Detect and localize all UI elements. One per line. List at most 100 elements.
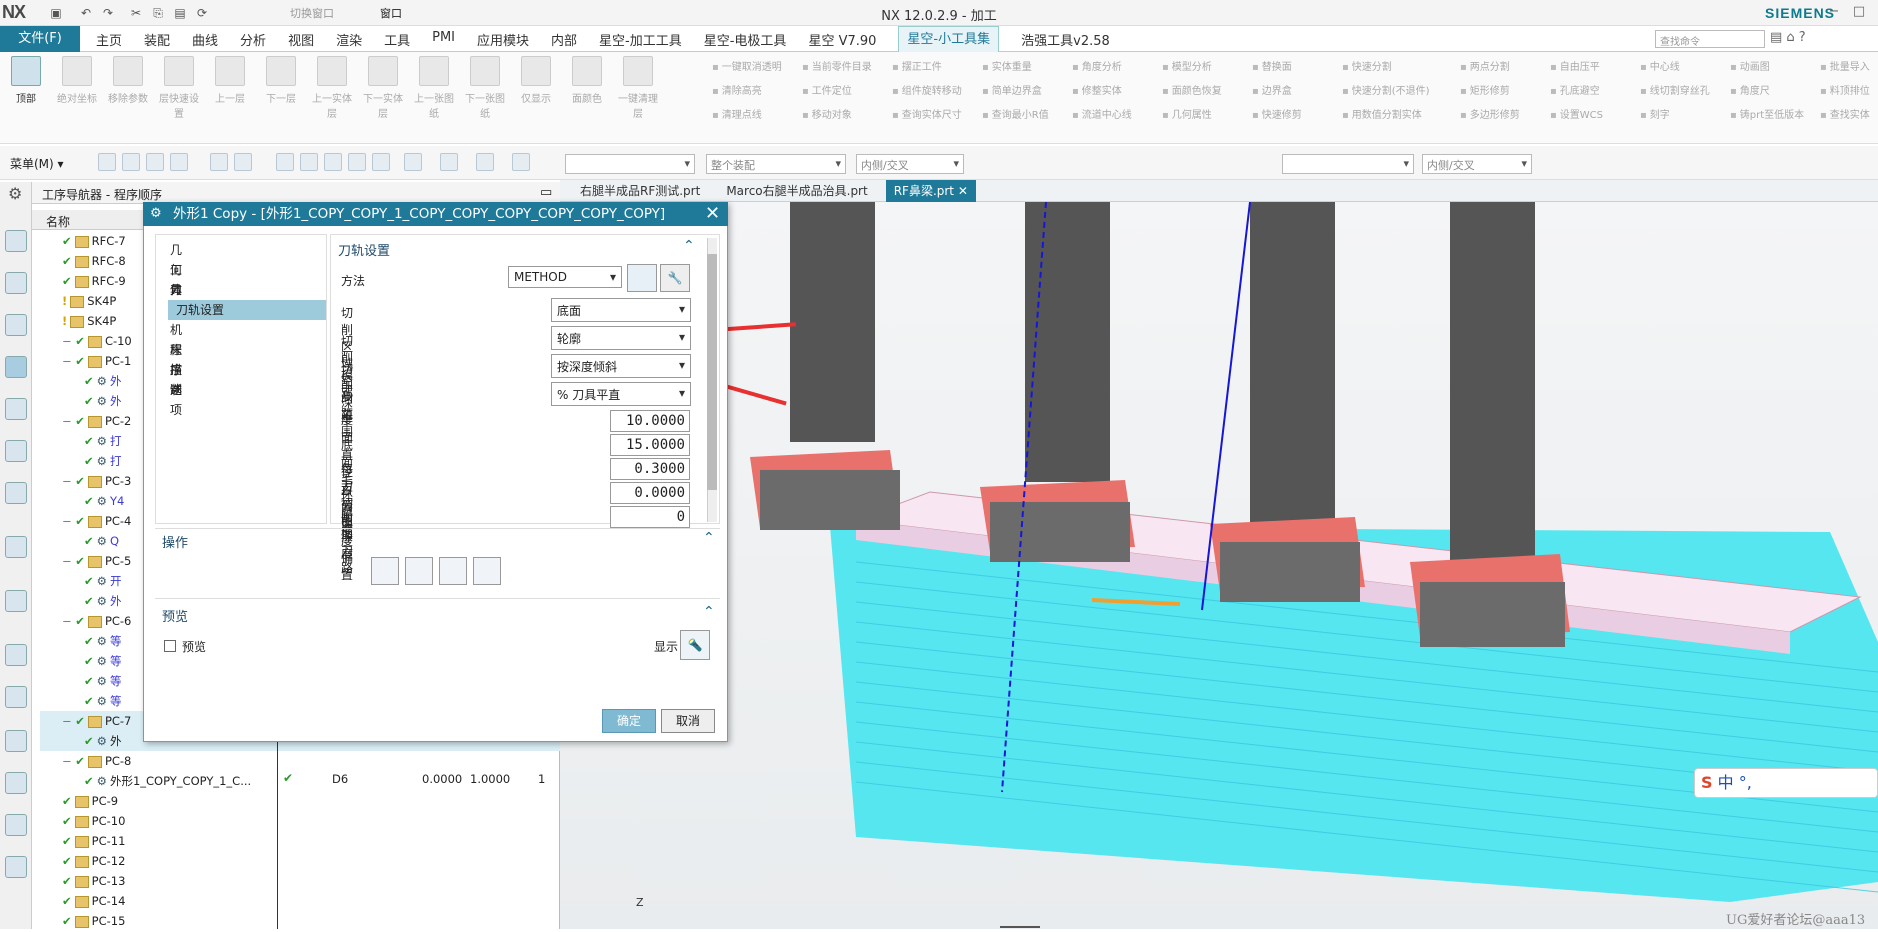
close-icon[interactable]: ✕ <box>705 202 720 226</box>
group-item-2[interactable]: 刀轴 <box>170 280 182 317</box>
group-item-0[interactable]: 几何体 <box>170 240 182 297</box>
ribbon-small-button[interactable]: 用数值分割实体 <box>1342 106 1450 121</box>
collapse-ops-icon[interactable]: ⌃ <box>703 530 715 546</box>
assembly-nav-icon[interactable] <box>5 230 27 252</box>
maximize-icon[interactable]: □ <box>1850 4 1868 19</box>
system-icon[interactable] <box>5 856 27 878</box>
ribbon-small-button[interactable]: 批量导入 <box>1820 58 1878 73</box>
ribbon-small-button[interactable]: 动画图 <box>1730 58 1810 73</box>
column-name[interactable]: 名称 <box>46 213 70 230</box>
filter-select[interactable] <box>1282 154 1414 174</box>
generate-icon[interactable] <box>371 557 399 585</box>
arrow-icon[interactable] <box>512 153 530 171</box>
preview-checkbox[interactable] <box>164 640 176 652</box>
navigator-row[interactable]: ✔ PC-11 <box>40 831 560 851</box>
navigator-menu-icon[interactable]: ▭ <box>540 185 552 200</box>
setting-select[interactable]: 轮廓 <box>551 326 691 350</box>
ribbon-small-button[interactable]: 查找实体 <box>1820 106 1878 121</box>
ribbon-small-button[interactable]: 实体重量 <box>982 58 1062 73</box>
gear-icon[interactable]: ⚙ <box>8 184 22 203</box>
collapse-preview-icon[interactable]: ⌃ <box>703 604 715 620</box>
numeric-input[interactable]: 0 <box>610 506 690 528</box>
ribbon-button-8[interactable]: 上一张图纸 <box>412 56 456 120</box>
setting-select[interactable]: 底面 <box>551 298 691 322</box>
menu-dropdown[interactable]: 菜单(M) ▾ <box>10 155 64 172</box>
ribbon-small-button[interactable]: 中心线 <box>1640 58 1720 73</box>
ribbon-small-button[interactable]: 矩形修剪 <box>1460 82 1540 97</box>
snap3-icon[interactable] <box>170 153 188 171</box>
group-item-1[interactable]: 工具 <box>170 260 182 297</box>
history-icon[interactable] <box>5 644 27 666</box>
ribbon-button-1[interactable]: 绝对坐标 <box>55 56 99 105</box>
ribbon-button-11[interactable]: 面颜色 <box>565 56 609 105</box>
layer-icon[interactable] <box>404 153 422 171</box>
ribbon-small-button[interactable]: 刻字 <box>1640 106 1720 121</box>
render-icon[interactable] <box>372 153 390 171</box>
expand-icon[interactable]: − <box>62 354 75 368</box>
ribbon-small-button[interactable]: 流道中心线 <box>1072 106 1152 121</box>
ribbon-button-2[interactable]: 移除参数 <box>106 56 150 105</box>
pan-icon[interactable] <box>348 153 366 171</box>
expand-icon[interactable]: − <box>62 554 75 568</box>
expand-icon[interactable]: − <box>62 514 75 528</box>
file-tab-1[interactable]: Marco右腿半成品治具.prt <box>718 180 875 202</box>
expand-icon[interactable]: − <box>62 334 75 348</box>
part-nav-icon[interactable] <box>5 314 27 336</box>
menu-item-13[interactable]: 星空-小工具集 <box>898 26 1000 52</box>
list-icon[interactable] <box>473 557 501 585</box>
ribbon-button-4[interactable]: 上一层 <box>208 56 252 105</box>
numeric-input[interactable]: 15.0000 <box>610 434 690 456</box>
ribbon-small-button[interactable]: 线切割穿丝孔 <box>1640 82 1720 97</box>
view2-icon[interactable] <box>300 153 318 171</box>
ribbon-small-button[interactable]: 设置WCS <box>1550 106 1630 121</box>
palette-icon[interactable] <box>5 686 27 708</box>
method-select[interactable]: METHOD <box>508 266 622 288</box>
ribbon-small-button[interactable]: 自由压平 <box>1550 58 1630 73</box>
ribbon-small-button[interactable]: 快速修剪 <box>1252 106 1332 121</box>
navigator-row[interactable]: ✔ PC-9 <box>40 791 560 811</box>
group-item-6[interactable]: 描述 <box>170 360 182 397</box>
ribbon-small-button[interactable]: 两点分割 <box>1460 58 1540 73</box>
type-filter-select[interactable] <box>565 154 695 174</box>
cancel-button[interactable]: 取消 <box>661 709 715 733</box>
dialog-gear-icon[interactable]: ⚙ <box>150 206 162 221</box>
ribbon-small-button[interactable]: 当前零件目录 <box>802 58 882 73</box>
library-icon[interactable] <box>5 482 27 504</box>
graphics-viewport[interactable] <box>560 201 1878 929</box>
expand-icon[interactable]: − <box>62 714 75 728</box>
ribbon-small-button[interactable]: 工件定位 <box>802 82 882 97</box>
ribbon-button-10[interactable]: 仅显示 <box>514 56 558 105</box>
ribbon-small-button[interactable]: 移动对象 <box>802 106 882 121</box>
group-item-4[interactable]: 机床控制 <box>170 320 182 397</box>
navigator-row[interactable]: − ✔ PC-8 <box>40 751 560 771</box>
ribbon-small-button[interactable]: 修整实体 <box>1072 82 1152 97</box>
view-icon[interactable] <box>276 153 294 171</box>
file-tab-0[interactable]: 右腿半成品RF测试.prt <box>572 180 708 202</box>
web-icon[interactable] <box>5 590 27 612</box>
numeric-input[interactable]: 0.3000 <box>610 458 690 480</box>
navigator-row[interactable]: ✔ PC-13 <box>40 871 560 891</box>
ribbon-small-button[interactable]: 边界盒 <box>1252 82 1332 97</box>
ribbon-button-9[interactable]: 下一张图纸 <box>463 56 507 120</box>
scrollbar-thumb[interactable] <box>707 254 717 490</box>
tool-icon[interactable] <box>5 772 27 794</box>
ribbon-small-button[interactable]: 组件旋转移动 <box>892 82 972 97</box>
collapse-path-settings-icon[interactable]: ⌃ <box>683 238 695 254</box>
ribbon-small-button[interactable]: 快速分割(不退件) <box>1342 82 1450 97</box>
snap-icon[interactable] <box>122 153 140 171</box>
machine-nav-icon[interactable] <box>5 398 27 420</box>
ribbon-button-12[interactable]: 一键清理层 <box>616 56 660 120</box>
navigator-row[interactable]: ✔ PC-14 <box>40 891 560 911</box>
operation-nav-icon[interactable] <box>5 356 27 378</box>
expand-icon[interactable]: − <box>62 754 75 768</box>
ribbon-small-button[interactable]: 几何属性 <box>1162 106 1242 121</box>
ok-button[interactable]: 确定 <box>602 709 656 733</box>
file-tab-2[interactable]: RF鼻梁.prt ✕ <box>885 180 976 202</box>
ribbon-small-button[interactable]: 孔底避空 <box>1550 82 1630 97</box>
ribbon-small-button[interactable]: 简单边界盒 <box>982 82 1062 97</box>
ribbon-small-button[interactable]: 查询实体尺寸 <box>892 106 972 121</box>
ribbon-small-button[interactable]: 铸prt至低版本 <box>1730 106 1810 121</box>
setting-select[interactable]: 按深度倾斜 <box>551 354 691 378</box>
setting-select[interactable]: % 刀具平直 <box>551 382 691 406</box>
wrench-icon[interactable]: 🔧 <box>660 264 690 292</box>
